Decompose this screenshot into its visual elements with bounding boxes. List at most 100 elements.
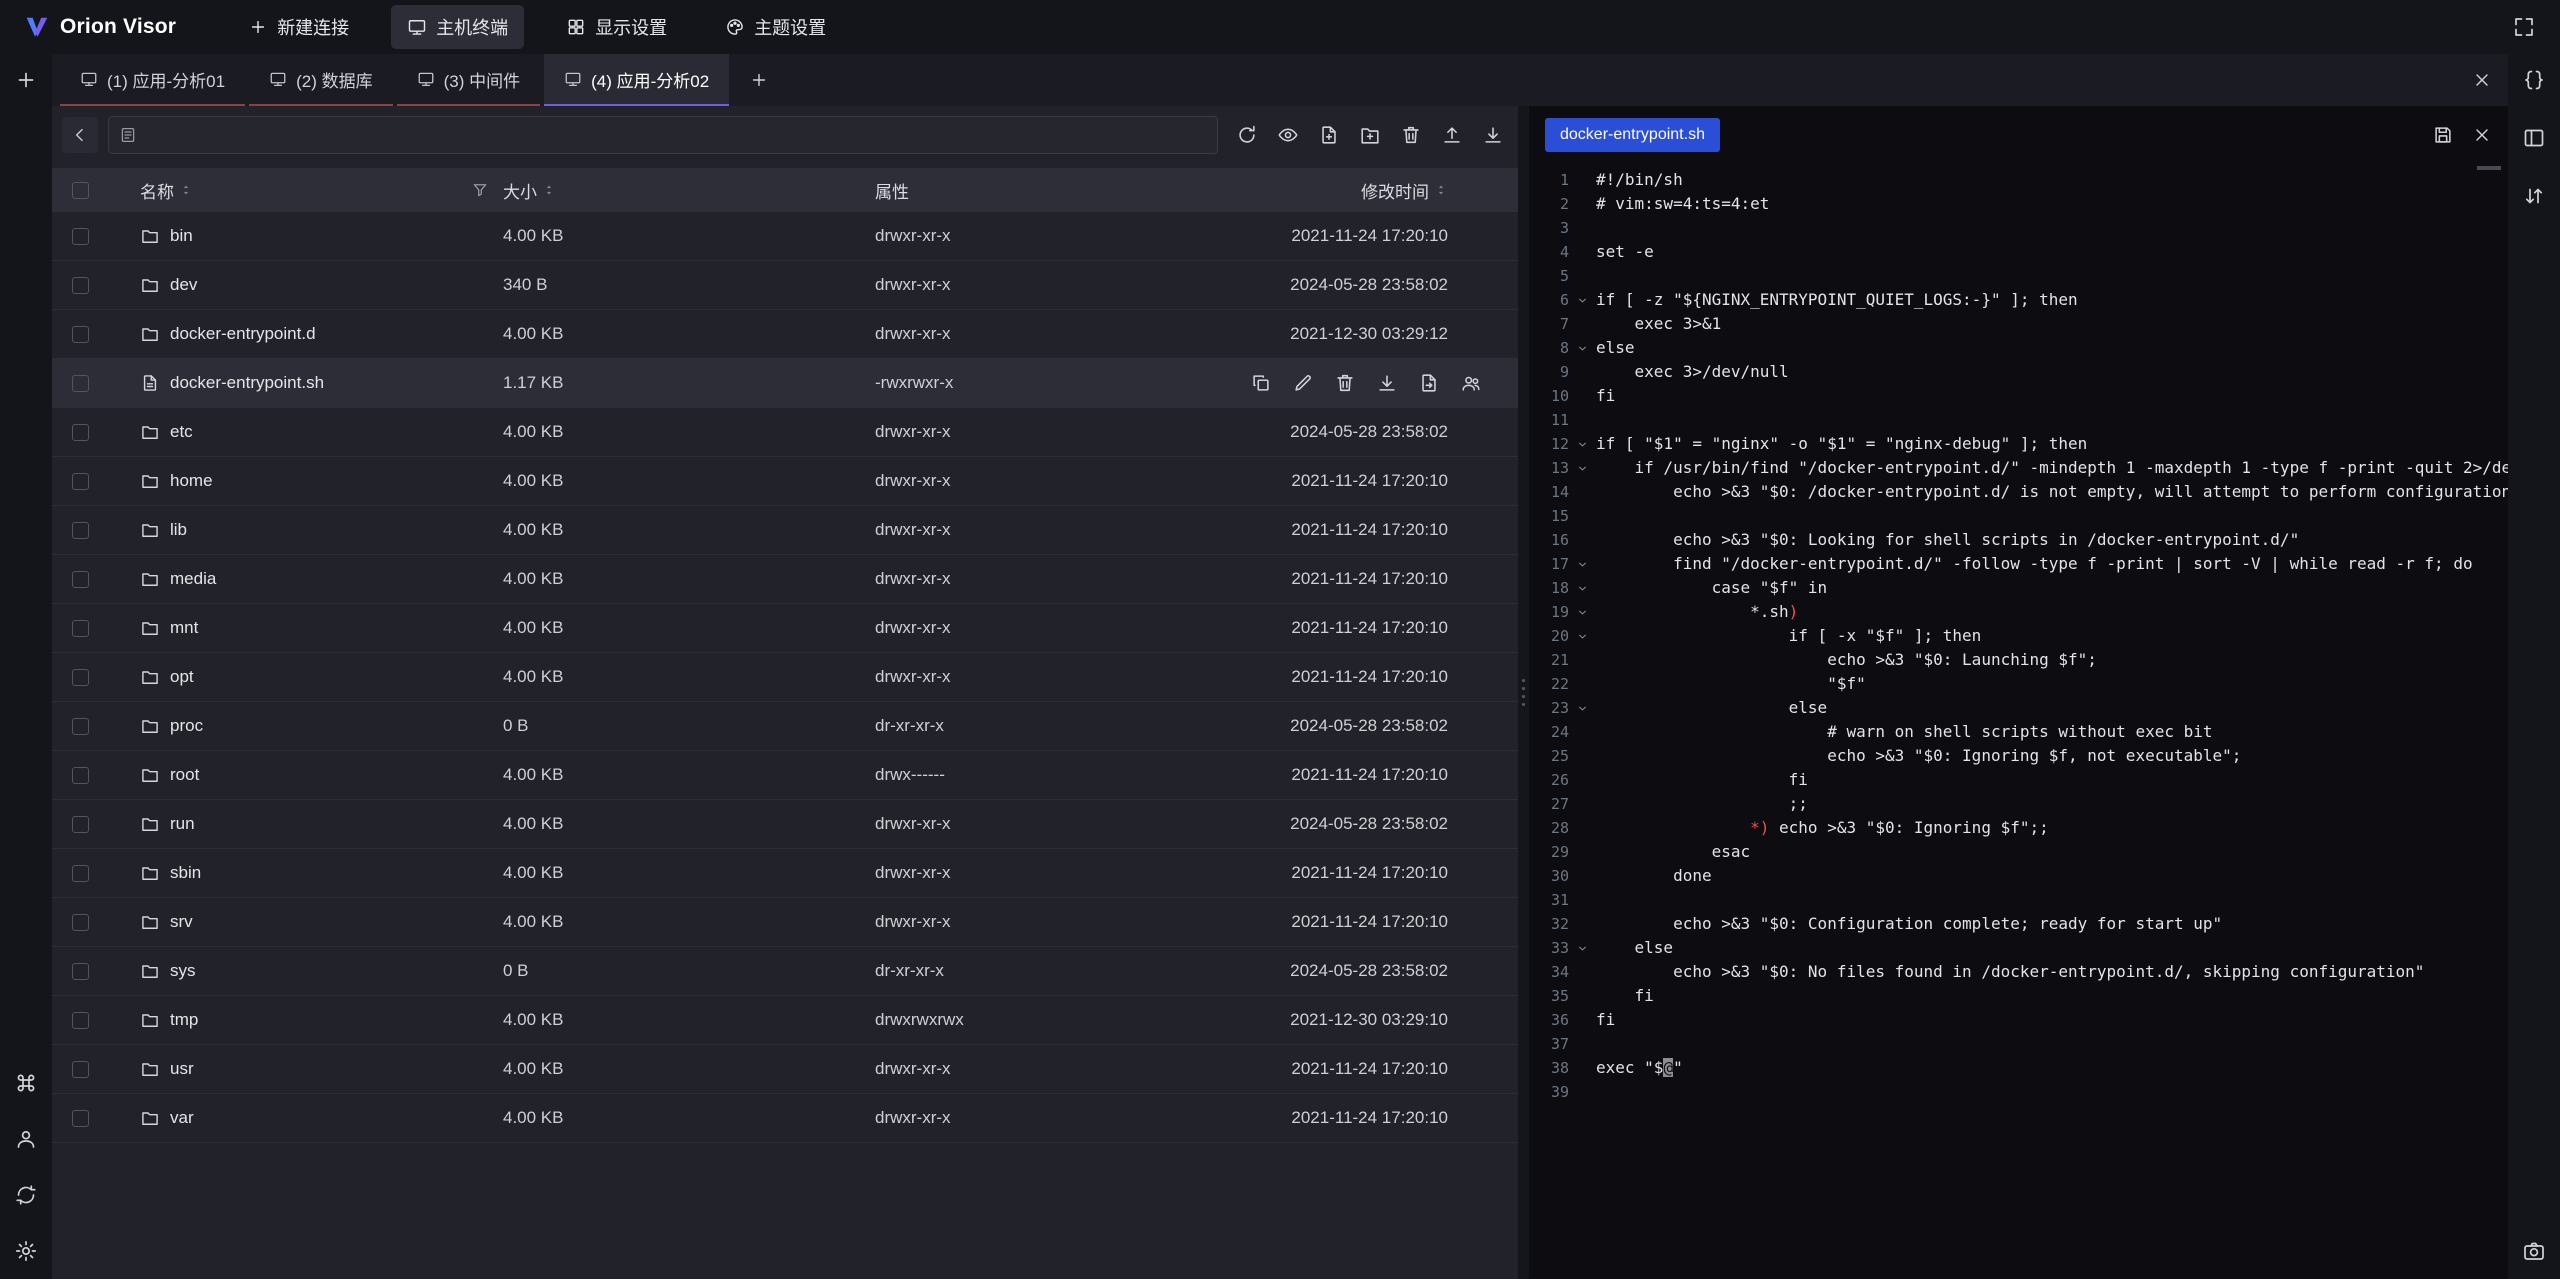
file-row[interactable]: sbin4.00 KBdrwxr-xr-x2021-11-24 17:20:10 bbox=[52, 849, 1518, 898]
file-name[interactable]: opt bbox=[170, 667, 194, 687]
braces-icon[interactable] bbox=[2522, 68, 2546, 92]
layout-icon[interactable] bbox=[2522, 126, 2546, 150]
row-checkbox[interactable] bbox=[72, 326, 89, 343]
fold-chevron-icon[interactable] bbox=[1569, 288, 1596, 312]
permission-icon[interactable] bbox=[1460, 372, 1482, 394]
sort-by-size[interactable]: 大小 bbox=[503, 178, 556, 203]
menu-item-1[interactable]: 主机终端 bbox=[391, 5, 524, 49]
edit-icon[interactable] bbox=[1292, 372, 1314, 394]
filter-icon[interactable] bbox=[471, 181, 489, 199]
file-name[interactable]: dev bbox=[170, 275, 197, 295]
file-row[interactable]: opt4.00 KBdrwxr-xr-x2021-11-24 17:20:10 bbox=[52, 653, 1518, 702]
row-checkbox[interactable] bbox=[72, 620, 89, 637]
file-name[interactable]: run bbox=[170, 814, 195, 834]
refresh-icon[interactable] bbox=[1236, 124, 1258, 146]
eye-icon[interactable] bbox=[1277, 124, 1299, 146]
fullscreen-icon[interactable] bbox=[2512, 15, 2536, 39]
file-name[interactable]: srv bbox=[170, 912, 193, 932]
file-row[interactable]: bin4.00 KBdrwxr-xr-x2021-11-24 17:20:10 bbox=[52, 212, 1518, 261]
download-icon[interactable] bbox=[1482, 124, 1504, 146]
file-name[interactable]: sys bbox=[170, 961, 196, 981]
row-checkbox[interactable] bbox=[72, 816, 89, 833]
row-checkbox[interactable] bbox=[72, 1012, 89, 1029]
row-checkbox[interactable] bbox=[72, 865, 89, 882]
terminal-tab-1[interactable]: (1) 应用-分析01 bbox=[60, 54, 245, 106]
menu-item-3[interactable]: 主题设置 bbox=[709, 5, 842, 49]
file-name[interactable]: docker-entrypoint.d bbox=[170, 324, 316, 344]
row-checkbox[interactable] bbox=[72, 1110, 89, 1127]
file-name[interactable]: lib bbox=[170, 520, 187, 540]
row-checkbox[interactable] bbox=[72, 914, 89, 931]
file-row[interactable]: mnt4.00 KBdrwxr-xr-x2021-11-24 17:20:10 bbox=[52, 604, 1518, 653]
menu-item-2[interactable]: 显示设置 bbox=[550, 5, 683, 49]
file-name[interactable]: tmp bbox=[170, 1010, 198, 1030]
file-name[interactable]: usr bbox=[170, 1059, 194, 1079]
panel-splitter[interactable] bbox=[1518, 106, 1529, 1279]
file-row[interactable]: dev340 Bdrwxr-xr-x2024-05-28 23:58:02 bbox=[52, 261, 1518, 310]
row-checkbox[interactable] bbox=[72, 522, 89, 539]
file-row[interactable]: etc4.00 KBdrwxr-xr-x2024-05-28 23:58:02 bbox=[52, 408, 1518, 457]
file-name[interactable]: sbin bbox=[170, 863, 201, 883]
file-name[interactable]: docker-entrypoint.sh bbox=[170, 373, 324, 393]
row-checkbox[interactable] bbox=[72, 228, 89, 245]
fold-chevron-icon[interactable] bbox=[1569, 624, 1596, 648]
path-list-icon[interactable] bbox=[119, 126, 137, 144]
file-name[interactable]: home bbox=[170, 471, 213, 491]
code-area[interactable]: 1#!/bin/sh2# vim:sw=4:ts=4:et34set -e56i… bbox=[1529, 163, 2508, 1279]
gear-icon[interactable] bbox=[14, 1239, 38, 1263]
file-name[interactable]: etc bbox=[170, 422, 193, 442]
file-row[interactable]: tmp4.00 KBdrwxrwxrwx2021-12-30 03:29:10 bbox=[52, 996, 1518, 1045]
row-checkbox[interactable] bbox=[72, 718, 89, 735]
terminal-tab-4[interactable]: (4) 应用-分析02 bbox=[544, 54, 729, 106]
copy-icon[interactable] bbox=[1250, 372, 1272, 394]
file-row[interactable]: var4.00 KBdrwxr-xr-x2021-11-24 17:20:10 bbox=[52, 1094, 1518, 1143]
file-row[interactable]: media4.00 KBdrwxr-xr-x2021-11-24 17:20:1… bbox=[52, 555, 1518, 604]
select-all-checkbox[interactable] bbox=[72, 182, 89, 199]
file-name[interactable]: media bbox=[170, 569, 216, 589]
back-button[interactable] bbox=[62, 117, 98, 153]
move-icon[interactable] bbox=[1418, 372, 1440, 394]
row-checkbox[interactable] bbox=[72, 767, 89, 784]
delete-icon[interactable] bbox=[1400, 124, 1422, 146]
editor-close-icon[interactable] bbox=[2472, 125, 2492, 145]
sort-icon[interactable] bbox=[2522, 184, 2546, 208]
file-row[interactable]: usr4.00 KBdrwxr-xr-x2021-11-24 17:20:10 bbox=[52, 1045, 1518, 1094]
fold-chevron-icon[interactable] bbox=[1569, 696, 1596, 720]
row-checkbox[interactable] bbox=[72, 571, 89, 588]
row-checkbox[interactable] bbox=[72, 277, 89, 294]
fold-chevron-icon[interactable] bbox=[1569, 552, 1596, 576]
file-name[interactable]: mnt bbox=[170, 618, 198, 638]
terminal-tab-2[interactable]: (2) 数据库 bbox=[249, 54, 393, 106]
sort-by-name[interactable]: 名称 bbox=[140, 178, 193, 203]
row-checkbox[interactable] bbox=[72, 1061, 89, 1078]
file-name[interactable]: bin bbox=[170, 226, 193, 246]
file-name[interactable]: root bbox=[170, 765, 199, 785]
fold-chevron-icon[interactable] bbox=[1569, 936, 1596, 960]
fold-chevron-icon[interactable] bbox=[1569, 600, 1596, 624]
camera-icon[interactable] bbox=[2522, 1239, 2546, 1263]
file-row[interactable]: docker-entrypoint.sh1.17 KB-rwxrwxr-x bbox=[52, 359, 1518, 408]
menu-item-0[interactable]: 新建连接 bbox=[232, 5, 365, 49]
file-row[interactable]: lib4.00 KBdrwxr-xr-x2021-11-24 17:20:10 bbox=[52, 506, 1518, 555]
editor-file-tab[interactable]: docker-entrypoint.sh bbox=[1545, 118, 1720, 152]
close-panel-button[interactable] bbox=[2472, 70, 2492, 90]
file-row[interactable]: root4.00 KBdrwx------2021-11-24 17:20:10 bbox=[52, 751, 1518, 800]
file-name[interactable]: proc bbox=[170, 716, 203, 736]
row-checkbox[interactable] bbox=[72, 375, 89, 392]
row-checkbox[interactable] bbox=[72, 473, 89, 490]
brand[interactable]: Orion Visor bbox=[24, 14, 176, 40]
file-row[interactable]: home4.00 KBdrwxr-xr-x2021-11-24 17:20:10 bbox=[52, 457, 1518, 506]
editor-scrollbar-thumb[interactable] bbox=[2477, 166, 2501, 170]
file-row[interactable]: proc0 Bdr-xr-xr-x2024-05-28 23:58:02 bbox=[52, 702, 1518, 751]
user-icon[interactable] bbox=[14, 1127, 38, 1151]
terminal-tab-3[interactable]: (3) 中间件 bbox=[397, 54, 541, 106]
plus-icon[interactable] bbox=[14, 68, 38, 92]
row-checkbox[interactable] bbox=[72, 424, 89, 441]
add-tab-button[interactable] bbox=[749, 70, 769, 90]
row-checkbox[interactable] bbox=[72, 963, 89, 980]
save-icon[interactable] bbox=[2432, 124, 2454, 146]
file-row[interactable]: srv4.00 KBdrwxr-xr-x2021-11-24 17:20:10 bbox=[52, 898, 1518, 947]
file-name[interactable]: var bbox=[170, 1108, 194, 1128]
download-icon[interactable] bbox=[1376, 372, 1398, 394]
upload-icon[interactable] bbox=[1441, 124, 1463, 146]
